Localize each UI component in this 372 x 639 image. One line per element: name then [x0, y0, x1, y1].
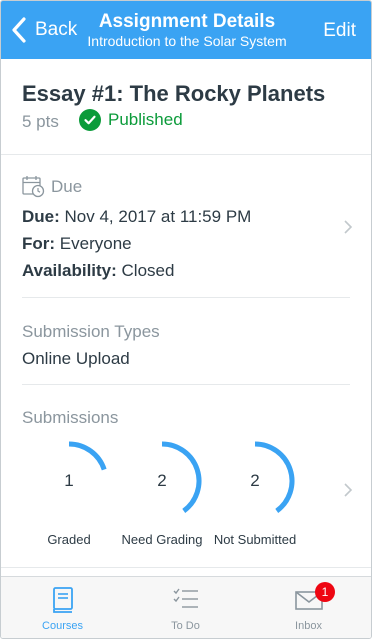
chevron-right-icon: [344, 220, 353, 234]
availability-line: Availability: Closed: [22, 261, 174, 281]
graded-dial: 1: [29, 441, 109, 521]
check-circle-icon: [79, 109, 101, 131]
due-heading: Due: [22, 175, 82, 198]
submission-types-value: Online Upload: [22, 349, 130, 368]
page-subtitle: Introduction to the Solar System: [87, 33, 287, 49]
nav-titles: Assignment Details Introduction to the S…: [81, 11, 293, 49]
need-grading-dial: 2: [122, 441, 202, 521]
page-title: Assignment Details: [98, 11, 276, 32]
submission-types-heading: Submission Types: [22, 322, 160, 341]
for-line: For: Everyone: [22, 234, 132, 254]
divider: [1, 567, 371, 568]
tab-inbox[interactable]: 1 Inbox: [247, 577, 370, 638]
back-button[interactable]: Back: [11, 15, 77, 45]
for-key: For:: [22, 234, 56, 253]
due-heading-label: Due: [51, 176, 83, 196]
divider: [1, 154, 371, 155]
availability-value: Closed: [121, 261, 175, 280]
not-submitted-dial: 2: [215, 441, 295, 521]
graded-count: 1: [64, 471, 74, 490]
due-date-key: Due:: [22, 207, 60, 226]
navigation-bar: Back Assignment Details Introduction to …: [1, 1, 371, 59]
published-status: Published: [79, 109, 183, 131]
edit-button[interactable]: Edit: [323, 20, 356, 42]
calendar-clock-icon: [22, 176, 45, 198]
chevron-left-icon: [12, 17, 26, 43]
assignment-title: Essay #1: The Rocky Planets: [22, 81, 326, 106]
divider: [22, 384, 350, 385]
tab-courses-label: Courses: [42, 620, 83, 632]
book-icon: [52, 587, 73, 613]
chevron-right-icon: [344, 483, 353, 497]
tab-inbox-label: Inbox: [295, 620, 322, 632]
not-submitted-label: Not Submitted: [213, 532, 297, 547]
assignment-details: Essay #1: The Rocky Planets 5 pts Publis…: [1, 59, 371, 576]
published-label: Published: [108, 110, 183, 129]
inbox-badge: 1: [315, 582, 335, 602]
divider: [22, 297, 350, 298]
tab-courses[interactable]: Courses: [1, 577, 124, 638]
tab-to-do-label: To Do: [171, 620, 200, 632]
for-value: Everyone: [59, 234, 132, 253]
not-submitted-count: 2: [250, 471, 260, 490]
due-date-value: Nov 4, 2017 at 11:59 PM: [64, 207, 252, 226]
checklist-icon: [173, 588, 198, 608]
submissions-heading: Submissions: [22, 408, 119, 427]
screen: Back Assignment Details Introduction to …: [0, 0, 372, 639]
due-date-line: Due: Nov 4, 2017 at 11:59 PM: [22, 207, 251, 227]
points-label: 5 pts: [22, 112, 59, 131]
back-label: Back: [35, 19, 78, 40]
tab-to-do[interactable]: To Do: [124, 577, 247, 638]
need-grading-count: 2: [157, 471, 167, 490]
availability-key: Availability:: [22, 261, 117, 280]
tab-bar: Courses To Do 1 Inbox: [1, 576, 371, 638]
